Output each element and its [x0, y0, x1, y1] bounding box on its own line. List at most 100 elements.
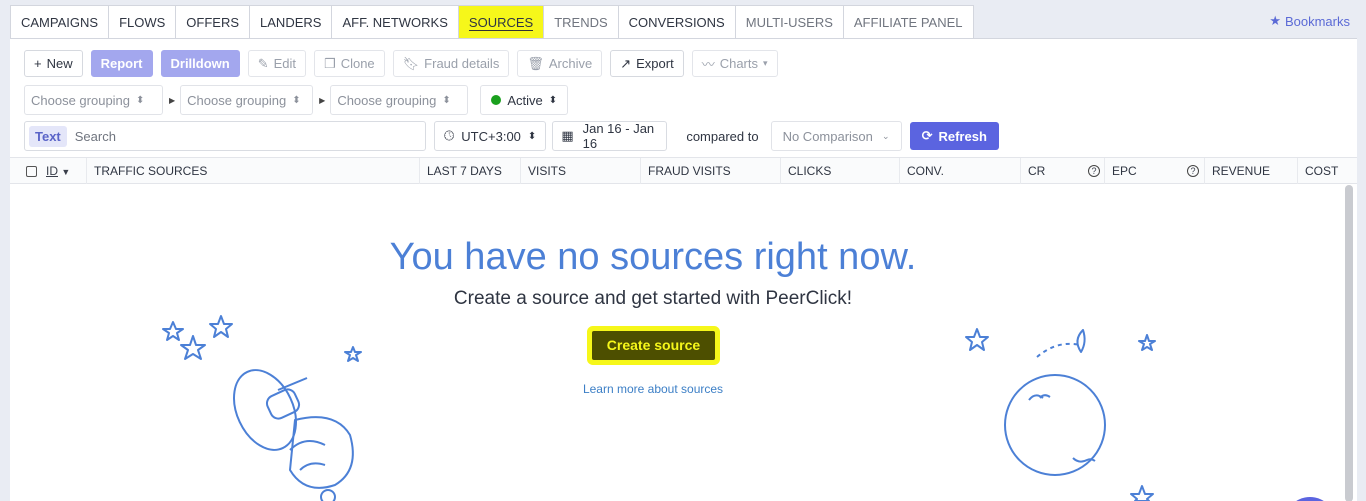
column-last-7-days[interactable]: LAST 7 DAYS [419, 158, 502, 184]
caret-right-icon: ▶ [319, 95, 326, 105]
column-id[interactable]: ID ▼ [46, 158, 70, 185]
moon-crater [1028, 394, 1051, 401]
tab-sources[interactable]: SOURCES [457, 5, 544, 39]
astronaut-foot [320, 489, 336, 501]
bookmarks-label: Bookmarks [1284, 13, 1350, 29]
grouping-select-1-label: Choose grouping [31, 92, 131, 108]
column-cr[interactable]: CR [1020, 158, 1045, 184]
chevron-updown-icon: ⬍ [136, 94, 145, 106]
plus-icon: + [34, 56, 42, 71]
new-label: New [46, 56, 73, 71]
bookmark-icon: 🔖︎ [402, 55, 420, 71]
star-icon [180, 335, 206, 360]
clone-button[interactable]: ❒ Clone [314, 50, 385, 77]
grouping-row: Choose grouping ⬍ ▶ Choose grouping ⬍ ▶ Ch… [24, 85, 569, 115]
search-input[interactable] [74, 128, 375, 144]
status-dot-icon [491, 95, 502, 105]
select-all-checkbox[interactable] [26, 166, 37, 177]
tab-conversions[interactable]: CONVERSIONS [617, 5, 735, 39]
tab-sources-label: SOURCES [468, 15, 534, 31]
column-revenue[interactable]: REVENUE [1204, 158, 1270, 184]
clone-label: Clone [340, 56, 375, 71]
comparison-select[interactable]: No Comparison ⌄ [770, 121, 902, 151]
line-chart-icon: 〰 [701, 57, 715, 72]
chevron-down-icon: ⌄ [882, 130, 890, 141]
grouping-select-2[interactable]: Choose grouping ⬍ [180, 85, 314, 115]
refresh-icon: ⟳ [921, 128, 933, 143]
charts-dropdown[interactable]: 〰 Charts ▾ [691, 50, 778, 77]
astronaut-body [289, 416, 354, 489]
star-icon [1130, 485, 1154, 501]
new-button[interactable]: + New [24, 50, 83, 77]
main-nav-tabs: CAMPAIGNS FLOWS OFFERS LANDERS AFF. NETW… [10, 5, 974, 39]
grouping-select-2-label: Choose grouping [187, 92, 287, 108]
calendar-icon: ▦ [561, 128, 574, 143]
archive-button[interactable]: 🗑︎ Archive [517, 50, 603, 77]
star-icon: ★ [1269, 13, 1281, 28]
toolbar: + New Report Drilldown ✎ Edit ❒ Clone 🔖︎ Fra… [24, 50, 778, 77]
vertical-scrollbar[interactable] [1345, 185, 1353, 501]
search-type-tag[interactable]: Text [29, 125, 67, 147]
column-fraud-visits[interactable]: FRAUD VISITS [640, 158, 731, 184]
moon-illustration [965, 328, 1156, 501]
timezone-select[interactable]: 🕓︎ UTC+3:00 ⬍ [434, 121, 547, 151]
edit-label: Edit [273, 56, 297, 71]
astronaut-arm [289, 440, 326, 471]
drilldown-button[interactable]: Drilldown [160, 50, 240, 77]
chevron-updown-icon: ⬍ [548, 94, 558, 106]
tab-aff-networks[interactable]: AFF. NETWORKS [331, 5, 458, 39]
search-row: Text 🕓︎ UTC+3:00 ⬍ ▦ Jan 16 - Jan 16 compar… [24, 121, 999, 151]
column-visits[interactable]: VISITS [520, 158, 566, 184]
column-epc[interactable]: EPC [1104, 158, 1137, 184]
tab-flows[interactable]: FLOWS [108, 5, 176, 39]
crescent-icon [1076, 329, 1086, 353]
chevron-updown-icon: ⬍ [527, 130, 537, 142]
help-icon[interactable]: ? [1187, 165, 1199, 177]
tab-landers[interactable]: LANDERS [249, 5, 332, 39]
create-source-button[interactable]: Create source [592, 331, 715, 360]
tab-offers[interactable]: OFFERS [175, 5, 250, 39]
timezone-label: UTC+3:00 [461, 128, 521, 144]
caret-right-icon: ▶ [169, 95, 176, 105]
tab-campaigns[interactable]: CAMPAIGNS [10, 5, 109, 39]
arrow-up-right-icon: ↗ [620, 55, 632, 71]
export-label: Export [636, 56, 674, 71]
bookmarks-link[interactable]: ★ Bookmarks [1269, 13, 1350, 29]
chevron-updown-icon: ⬍ [442, 94, 451, 106]
tab-multi-users[interactable]: MULTI-USERS [734, 5, 843, 39]
grouping-select-1[interactable]: Choose grouping ⬍ [24, 85, 163, 115]
archive-label: Archive [548, 56, 593, 71]
report-button[interactable]: Report [90, 50, 153, 77]
fraud-details-button[interactable]: 🔖︎ Fraud details [392, 50, 510, 77]
column-clicks[interactable]: CLICKS [780, 158, 831, 184]
compared-to-label: compared to [686, 128, 759, 144]
date-range-label: Jan 16 - Jan 16 [582, 121, 655, 151]
refresh-label: Refresh [938, 128, 987, 144]
column-traffic-sources[interactable]: TRAFFIC SOURCES [86, 158, 207, 184]
trash-icon: 🗑︎ [527, 55, 544, 71]
date-range-picker[interactable]: ▦ Jan 16 - Jan 16 [552, 121, 668, 151]
chevron-down-icon: ▾ [763, 58, 768, 68]
refresh-button[interactable]: ⟳ Refresh [909, 122, 999, 150]
tab-affiliate-panel[interactable]: AFFILIATE PANEL [842, 5, 974, 39]
column-id-label: ID [46, 164, 58, 178]
status-label: Active [507, 92, 543, 108]
tab-trends[interactable]: TRENDS [543, 5, 618, 39]
export-button[interactable]: ↗ Export [610, 50, 684, 77]
column-conv[interactable]: CONV. [899, 158, 944, 184]
sort-down-icon: ▼ [61, 167, 71, 177]
star-icon [209, 315, 233, 338]
charts-label: Charts [719, 56, 758, 71]
grouping-select-3-label: Choose grouping [337, 92, 437, 108]
orbit-path [1036, 342, 1081, 358]
fraud-details-label: Fraud details [424, 56, 500, 71]
edit-button[interactable]: ✎ Edit [247, 50, 307, 77]
table-header: ID ▼ TRAFFIC SOURCES LAST 7 DAYS VISITS … [10, 157, 1357, 184]
column-cost[interactable]: COST [1297, 158, 1338, 184]
grouping-select-3[interactable]: Choose grouping ⬍ [330, 85, 469, 115]
search-box: Text [24, 121, 426, 151]
star-icon [1138, 334, 1156, 351]
help-icon[interactable]: ? [1088, 165, 1100, 177]
status-select[interactable]: Active ⬍ [480, 85, 569, 115]
moon-crater [1072, 457, 1096, 463]
